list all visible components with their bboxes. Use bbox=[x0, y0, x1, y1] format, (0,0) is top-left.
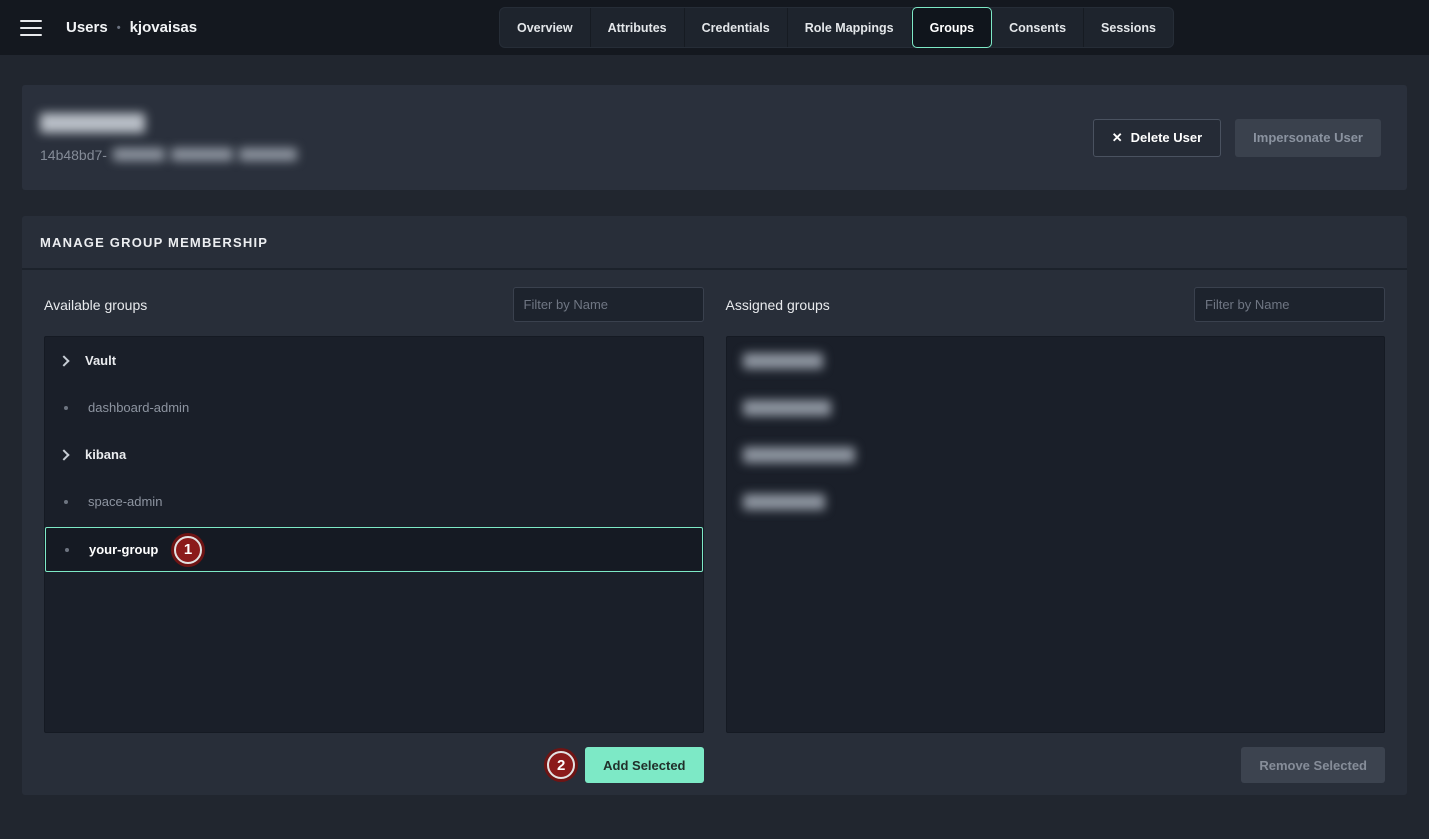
panel-title: MANAGE GROUP MEMBERSHIP bbox=[22, 216, 1407, 270]
group-label: space-admin bbox=[88, 494, 162, 509]
redacted-group-name bbox=[743, 494, 825, 510]
group-label: kibana bbox=[85, 447, 126, 462]
menu-icon[interactable] bbox=[20, 15, 44, 41]
annotation-step-1: 1 bbox=[174, 536, 202, 564]
breadcrumb-username: kjovaisas bbox=[130, 19, 198, 36]
annotation-step-2: 2 bbox=[547, 751, 575, 779]
user-id-prefix: 14b48bd7- bbox=[40, 147, 107, 163]
chevron-right-icon bbox=[58, 355, 69, 366]
assigned-group-row[interactable] bbox=[727, 337, 1385, 384]
available-groups-filter-input[interactable] bbox=[513, 287, 704, 322]
assigned-group-row[interactable] bbox=[727, 384, 1385, 431]
topbar: Users • kjovaisas Overview Attributes Cr… bbox=[0, 0, 1429, 55]
remove-selected-button[interactable]: Remove Selected bbox=[1241, 747, 1385, 783]
breadcrumb-separator-icon: • bbox=[117, 22, 121, 34]
redacted-group-name bbox=[743, 400, 831, 416]
delete-user-label: Delete User bbox=[1131, 130, 1203, 145]
chevron-right-icon bbox=[58, 449, 69, 460]
group-row-kibana[interactable]: kibana bbox=[45, 431, 703, 478]
user-meta: 14b48bd7- bbox=[40, 113, 297, 163]
redacted-username bbox=[40, 113, 145, 133]
assigned-groups-list bbox=[726, 336, 1386, 733]
redacted-user-id-part bbox=[239, 148, 297, 161]
user-id: 14b48bd7- bbox=[40, 147, 297, 163]
bullet-icon bbox=[64, 500, 68, 504]
assigned-groups-footer: Remove Selected bbox=[726, 747, 1386, 783]
assigned-groups-column: Assigned groups bbox=[726, 287, 1386, 783]
group-label: your-group bbox=[89, 542, 158, 557]
group-row-your-group[interactable]: your-group 1 bbox=[45, 527, 703, 572]
breadcrumb-users[interactable]: Users bbox=[66, 19, 108, 36]
available-groups-header: Available groups bbox=[44, 287, 704, 322]
user-card-actions: ✕ Delete User Impersonate User bbox=[1093, 119, 1381, 157]
breadcrumb: Users • kjovaisas bbox=[66, 19, 197, 36]
x-icon: ✕ bbox=[1112, 130, 1123, 146]
tab-attributes[interactable]: Attributes bbox=[591, 8, 685, 47]
tab-overview[interactable]: Overview bbox=[500, 8, 591, 47]
tab-role-mappings[interactable]: Role Mappings bbox=[788, 8, 912, 47]
user-card: 14b48bd7- ✕ Delete User Impersonate User bbox=[22, 85, 1407, 190]
bullet-icon bbox=[65, 548, 69, 552]
tab-bar: Overview Attributes Credentials Role Map… bbox=[499, 7, 1174, 48]
main-content: 14b48bd7- ✕ Delete User Impersonate User… bbox=[0, 55, 1429, 839]
available-groups-label: Available groups bbox=[44, 297, 147, 313]
tab-credentials[interactable]: Credentials bbox=[685, 8, 788, 47]
assigned-group-row[interactable] bbox=[727, 431, 1385, 478]
tab-consents[interactable]: Consents bbox=[992, 8, 1084, 47]
bullet-icon bbox=[64, 406, 68, 410]
group-row-space-admin[interactable]: space-admin bbox=[45, 478, 703, 525]
available-groups-column: Available groups Vault dashboard-admin k… bbox=[44, 287, 704, 783]
assigned-groups-label: Assigned groups bbox=[726, 297, 830, 313]
assigned-groups-header: Assigned groups bbox=[726, 287, 1386, 322]
redacted-group-name bbox=[743, 447, 855, 463]
group-row-dashboard-admin[interactable]: dashboard-admin bbox=[45, 384, 703, 431]
available-groups-footer: 2 Add Selected bbox=[44, 747, 704, 783]
redacted-user-id-part bbox=[171, 148, 233, 161]
tab-groups[interactable]: Groups bbox=[912, 7, 992, 48]
group-row-vault[interactable]: Vault bbox=[45, 337, 703, 384]
assigned-group-row[interactable] bbox=[727, 478, 1385, 525]
assigned-groups-filter-input[interactable] bbox=[1194, 287, 1385, 322]
group-label: Vault bbox=[85, 353, 116, 368]
delete-user-button[interactable]: ✕ Delete User bbox=[1093, 119, 1221, 157]
redacted-user-id-part bbox=[113, 148, 165, 161]
available-groups-list: Vault dashboard-admin kibana space-admin bbox=[44, 336, 704, 733]
group-label: dashboard-admin bbox=[88, 400, 189, 415]
group-membership-panel: MANAGE GROUP MEMBERSHIP Available groups… bbox=[22, 216, 1407, 795]
tab-sessions[interactable]: Sessions bbox=[1084, 8, 1173, 47]
panel-body: Available groups Vault dashboard-admin k… bbox=[22, 270, 1407, 783]
redacted-group-name bbox=[743, 353, 823, 369]
impersonate-user-button[interactable]: Impersonate User bbox=[1235, 119, 1381, 157]
add-selected-button[interactable]: Add Selected bbox=[585, 747, 703, 783]
